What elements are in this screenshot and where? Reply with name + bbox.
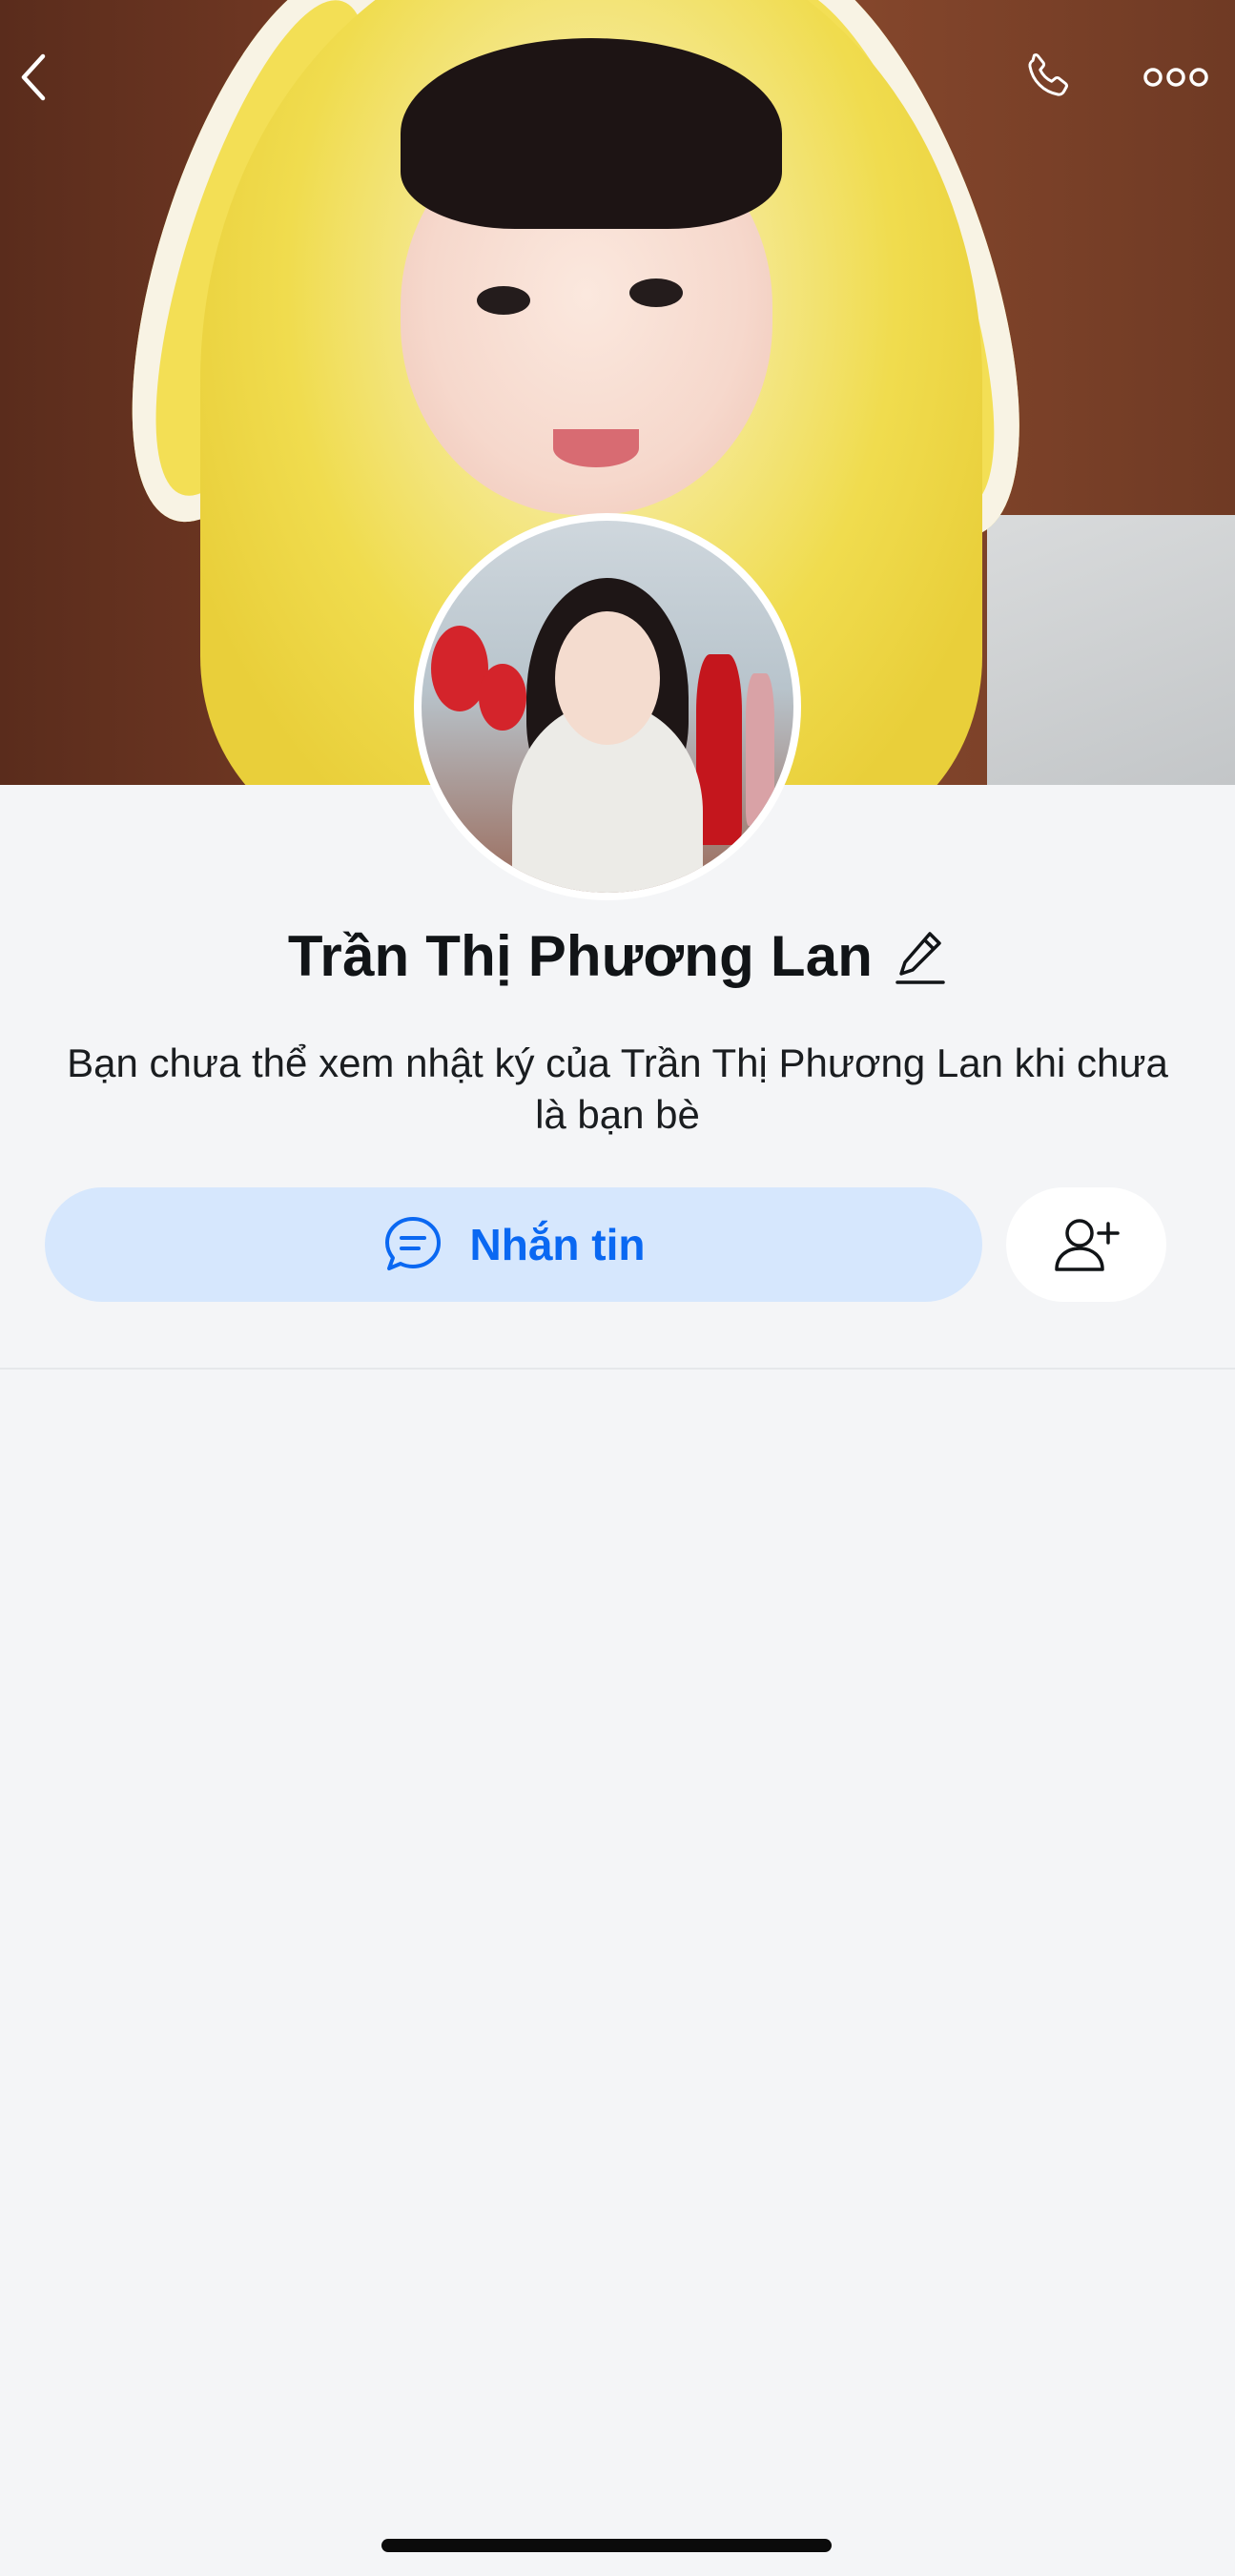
private-diary-notice: Bạn chưa thể xem nhật ký của Trần Thị Ph… <box>67 1041 1168 1137</box>
more-dots-icon <box>1143 68 1208 87</box>
cover-child-eye-left <box>477 286 530 315</box>
cover-child-hair <box>401 38 782 229</box>
avatar-lantern <box>479 664 526 731</box>
cover-floor <box>987 515 1235 785</box>
add-friend-button[interactable] <box>1006 1187 1166 1302</box>
more-button[interactable] <box>1138 44 1214 111</box>
avatar-background-figure <box>696 654 742 845</box>
section-divider <box>0 1368 1235 1370</box>
cover-child-eye-right <box>629 278 683 307</box>
edit-name-button[interactable] <box>894 928 947 985</box>
cover-child-mouth <box>553 429 639 467</box>
pencil-icon <box>895 931 945 984</box>
avatar[interactable] <box>414 513 801 900</box>
back-button[interactable] <box>0 44 67 111</box>
avatar-photo <box>422 521 793 893</box>
profile-name: Trần Thị Phương Lan <box>287 924 874 988</box>
avatar-person-face <box>555 611 660 745</box>
add-friend-icon <box>1055 1219 1120 1271</box>
message-button[interactable]: Nhắn tin <box>45 1187 982 1302</box>
avatar-background-figure <box>746 673 774 826</box>
home-indicator[interactable] <box>381 2539 832 2552</box>
call-button[interactable] <box>1014 44 1081 111</box>
phone-icon <box>1028 53 1068 96</box>
chevron-left-icon <box>21 53 46 101</box>
profile-name-row: Trần Thị Phương Lan <box>0 923 1235 989</box>
message-button-label: Nhắn tin <box>469 1220 646 1269</box>
chat-bubble-icon <box>384 1217 441 1270</box>
